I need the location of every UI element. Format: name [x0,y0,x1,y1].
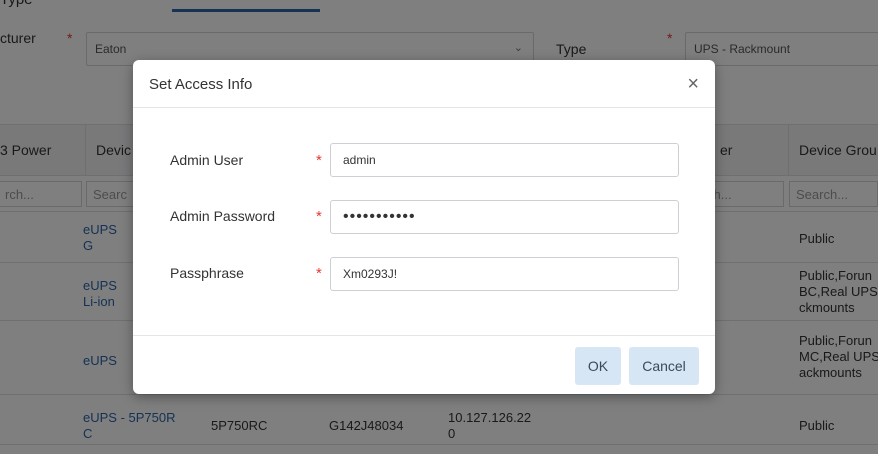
dialog-header: Set Access Info × [133,60,715,108]
admin-user-input[interactable] [330,143,679,177]
admin-password-input[interactable] [330,200,679,234]
dialog-title: Set Access Info [149,76,253,93]
required-asterisk: * [316,208,322,225]
dialog-footer: OK Cancel [133,335,715,394]
ok-button[interactable]: OK [575,347,621,385]
required-asterisk: * [316,265,322,282]
admin-password-label: Admin Password [170,208,276,224]
required-asterisk: * [316,152,322,169]
passphrase-label: Passphrase [170,265,244,281]
set-access-info-dialog: Set Access Info × Admin User * Admin Pas… [133,60,715,394]
close-icon[interactable]: × [687,74,699,94]
passphrase-input[interactable] [330,257,679,291]
cancel-button[interactable]: Cancel [629,347,699,385]
admin-user-label: Admin User [170,152,244,168]
